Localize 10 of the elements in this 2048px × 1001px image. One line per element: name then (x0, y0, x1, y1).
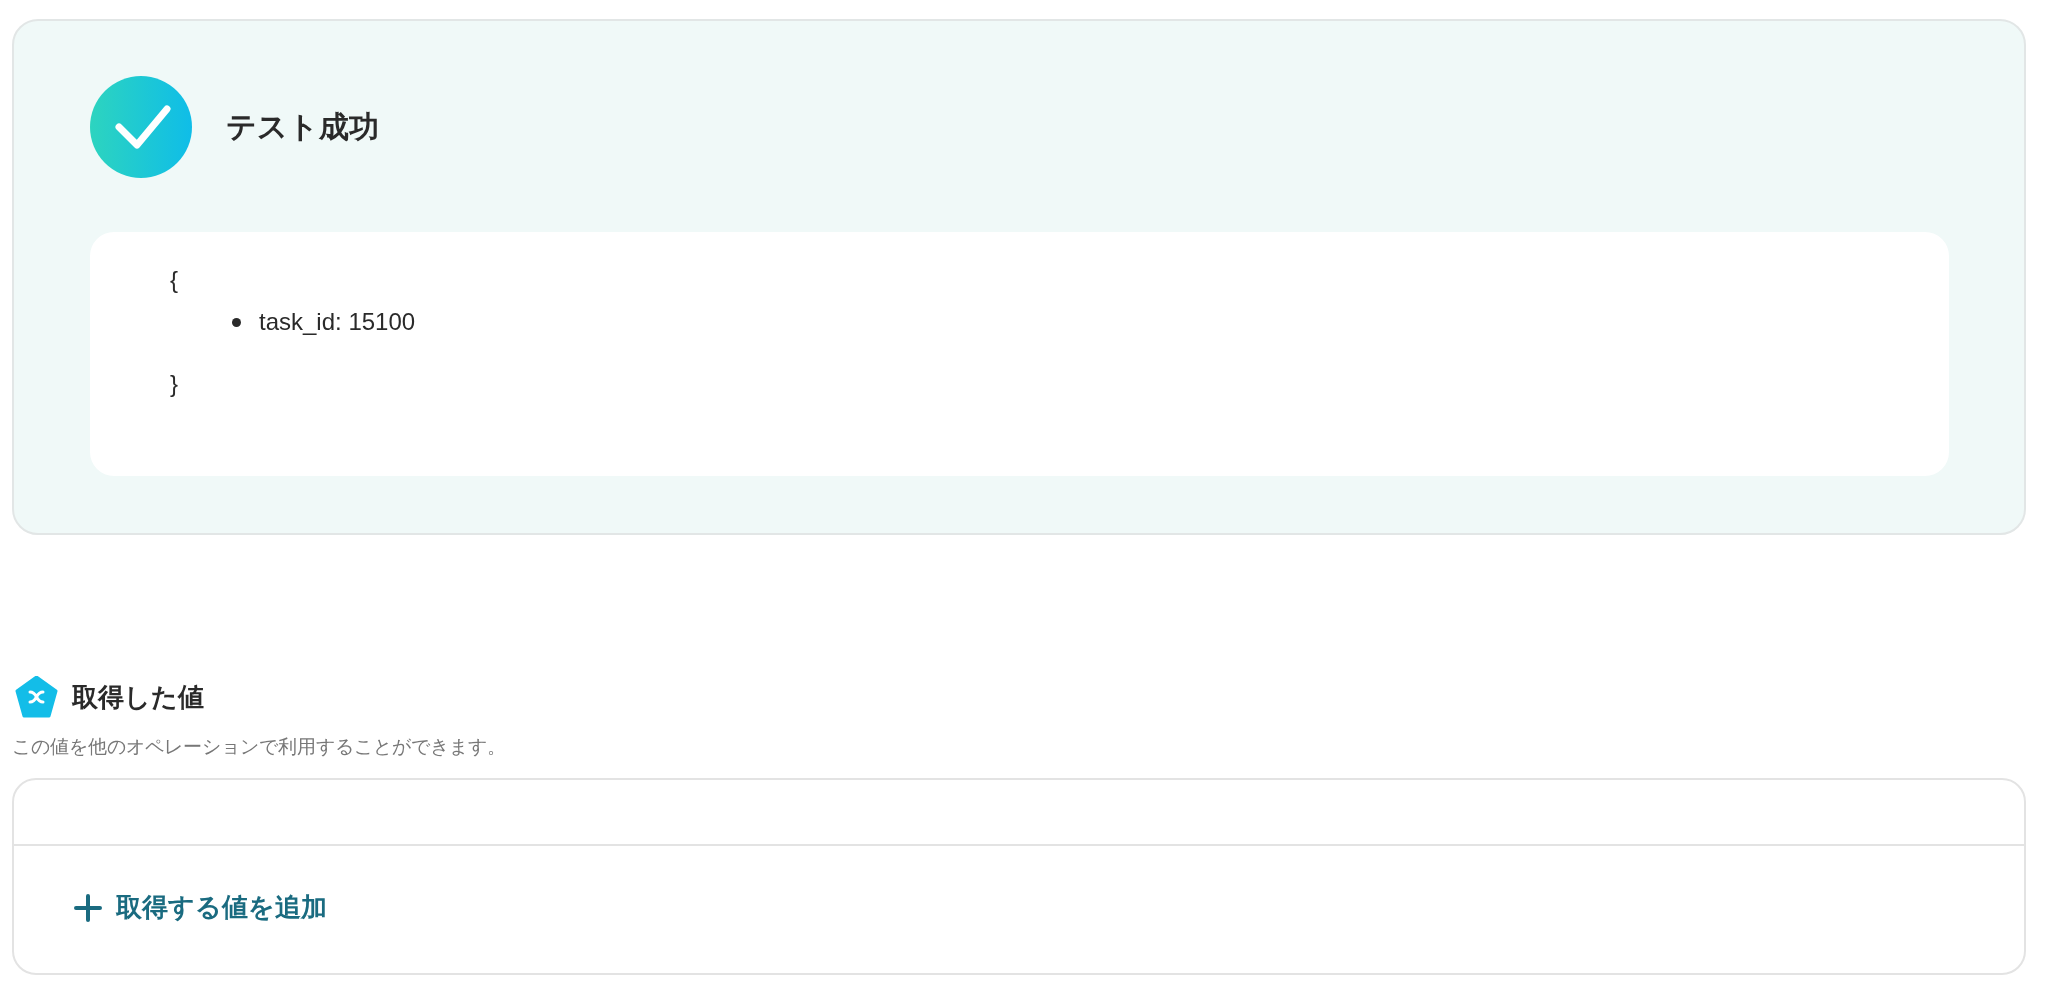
add-value-button[interactable]: 取得する値を追加 (70, 884, 331, 931)
output-item: task_id: 15100 (259, 308, 416, 336)
section-title: 取得した値 (72, 680, 204, 714)
bullet-icon (232, 317, 241, 327)
status-title: テスト成功 (226, 108, 379, 145)
section-description: この値を他のオペレーションで利用することができます。 (12, 735, 507, 759)
variable-icon (15, 676, 58, 718)
close-brace: } (170, 370, 178, 398)
open-brace: { (170, 266, 178, 294)
plus-icon (74, 893, 102, 922)
